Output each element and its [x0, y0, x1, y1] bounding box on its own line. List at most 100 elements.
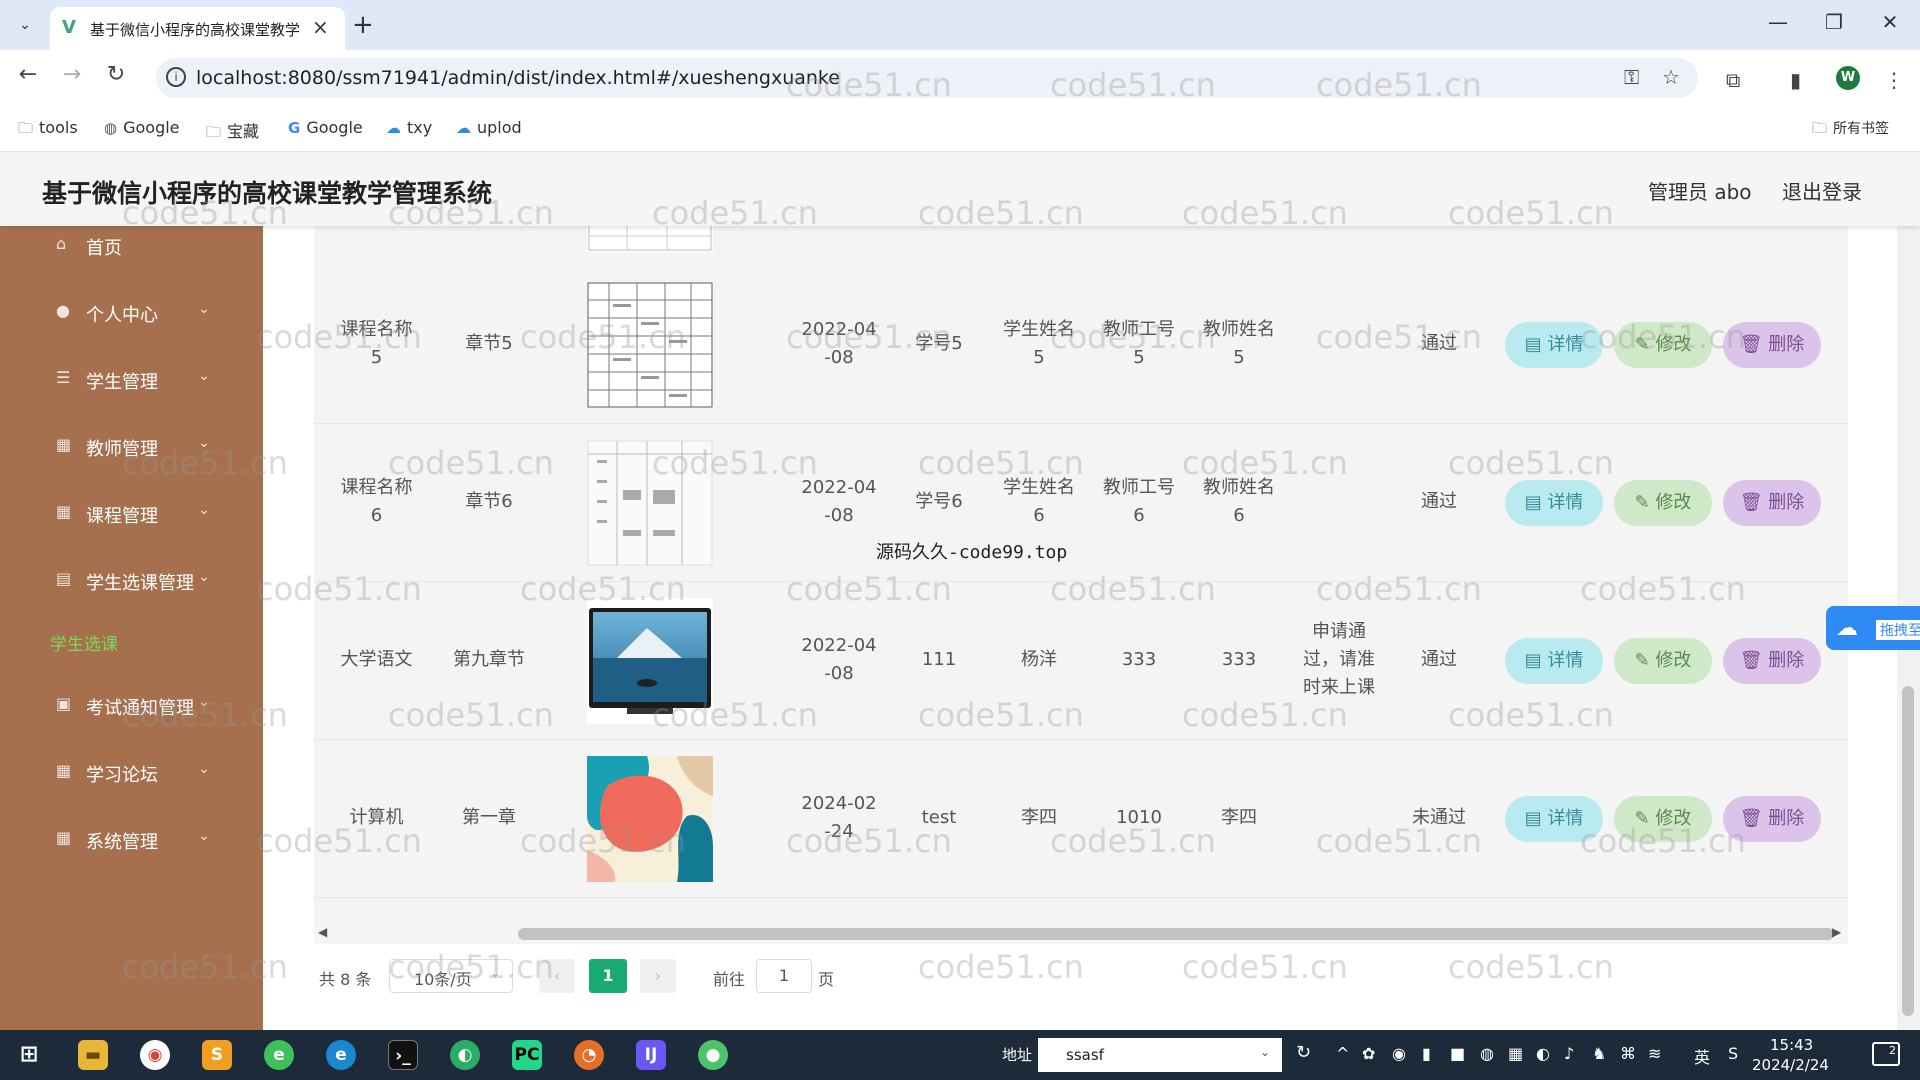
- taskbar-address-input[interactable]: ssasf ⌄: [1038, 1038, 1282, 1072]
- forward-arrow-icon[interactable]: →: [56, 62, 88, 87]
- tray-qq-icon[interactable]: ♞: [1592, 1044, 1606, 1063]
- clock-time[interactable]: 15:43: [1770, 1036, 1813, 1054]
- tab-search-chevron-icon[interactable]: ⌄: [12, 12, 38, 38]
- prev-page-button[interactable]: ‹: [539, 959, 575, 993]
- sidebar-item-courses[interactable]: ▦ 课程管理 ⌄: [0, 494, 263, 534]
- tray-app-icon[interactable]: ✿: [1362, 1044, 1375, 1063]
- chevron-down-icon: ⌄: [198, 301, 210, 317]
- edit-button[interactable]: ✎ 修改: [1614, 480, 1712, 526]
- sidebar-item-exam-notice[interactable]: ▣ 考试通知管理 ⌄: [0, 686, 263, 726]
- notification-center[interactable]: 2: [1872, 1042, 1900, 1066]
- delete-trash-icon: 🗑: [1739, 334, 1769, 355]
- delete-button[interactable]: 🗑 删除: [1723, 796, 1821, 842]
- windows-start-icon[interactable]: ⊞: [14, 1040, 44, 1070]
- back-arrow-icon[interactable]: ←: [12, 62, 44, 87]
- edge-icon[interactable]: e: [326, 1040, 356, 1070]
- url-text[interactable]: localhost:8080/ssm71941/admin/dist/index…: [196, 67, 840, 89]
- sidebar: ⌂ 首页 ● 个人中心 ⌄ ☰ 学生管理 ⌄ ▦ 教师管理 ⌄ ▦ 课程管理 ⌄…: [0, 226, 263, 1030]
- tray-security-icon[interactable]: ◍: [1480, 1044, 1494, 1063]
- more-menu-icon[interactable]: ⋮: [1884, 68, 1904, 92]
- minimize-icon[interactable]: —: [1758, 10, 1798, 34]
- ime-indicator[interactable]: 英: [1694, 1044, 1710, 1068]
- omnibox[interactable]: i localhost:8080/ssm71941/admin/dist/ind…: [156, 58, 1698, 98]
- sidebar-item-forum[interactable]: ▦ 学习论坛 ⌄: [0, 753, 263, 793]
- key-icon[interactable]: ⚿: [1624, 65, 1639, 89]
- edit-button[interactable]: ✎ 修改: [1614, 638, 1712, 684]
- horizontal-scrollbar[interactable]: ◀ ▶: [314, 924, 1848, 944]
- microphone-icon[interactable]: ▮: [1422, 1044, 1431, 1063]
- tray-expand-icon[interactable]: ^: [1336, 1044, 1349, 1063]
- page-title: 基于微信小程序的高校课堂教学管理系统: [42, 179, 493, 208]
- intellij-icon[interactable]: IJ: [636, 1040, 666, 1070]
- delete-button[interactable]: 🗑 删除: [1723, 480, 1821, 526]
- pycharm-icon[interactable]: PC: [512, 1040, 542, 1070]
- tray-sogou-icon[interactable]: S: [1728, 1044, 1738, 1063]
- browser-tab[interactable]: V 基于微信小程序的高校课堂教学 ×: [50, 7, 345, 50]
- restore-icon[interactable]: ❐: [1814, 10, 1854, 34]
- detail-button[interactable]: ▤ 详情: [1505, 322, 1603, 368]
- scroll-left-arrow-icon[interactable]: ◀: [318, 925, 327, 939]
- all-bookmarks[interactable]: 🗀 所有书签: [1812, 118, 1889, 143]
- sublime-icon[interactable]: S: [202, 1040, 232, 1070]
- profile-avatar[interactable]: W: [1836, 66, 1860, 90]
- logout-button[interactable]: 退出登录: [1782, 176, 1862, 205]
- delete-button[interactable]: 🗑 删除: [1723, 638, 1821, 684]
- new-tab-plus-icon[interactable]: +: [352, 10, 374, 40]
- chapter-cell: 第九章节: [453, 649, 525, 670]
- clock-date[interactable]: 2024/2/24: [1752, 1056, 1829, 1074]
- horizontal-scroll-thumb[interactable]: [518, 928, 1834, 940]
- page-size-select[interactable]: 10条/页 ⌄: [389, 959, 513, 993]
- chevron-down-icon[interactable]: ⌄: [1260, 1045, 1270, 1059]
- tray-browser-icon[interactable]: ◉: [1392, 1044, 1406, 1063]
- wifi-icon[interactable]: ≋: [1648, 1044, 1661, 1063]
- bookmark-txy[interactable]: ☁ txy: [386, 118, 432, 137]
- goto-label: 前往: [713, 970, 746, 989]
- grid-icon: ▦: [56, 761, 72, 780]
- scroll-right-arrow-icon[interactable]: ▶: [1832, 925, 1841, 939]
- star-bookmark-icon[interactable]: ☆: [1662, 65, 1680, 89]
- page-number-current[interactable]: 1: [589, 959, 627, 993]
- detail-button[interactable]: ▤ 详情: [1505, 480, 1603, 526]
- sidebar-item-students[interactable]: ☰ 学生管理 ⌄: [0, 360, 263, 400]
- volume-icon[interactable]: ♪: [1564, 1044, 1574, 1063]
- sidebar-item-course-selection[interactable]: ▤ 学生选课管理 ⌄: [0, 561, 263, 601]
- sidebar-item-profile[interactable]: ● 个人中心 ⌄: [0, 293, 263, 333]
- firefox-icon[interactable]: ◔: [574, 1040, 604, 1070]
- terminal-icon[interactable]: ›_: [388, 1040, 418, 1070]
- browser-green-icon[interactable]: e: [264, 1040, 294, 1070]
- reload-icon[interactable]: ↻: [100, 62, 132, 87]
- window-close-icon[interactable]: ✕: [1870, 10, 1910, 34]
- delete-button[interactable]: 🗑 删除: [1723, 322, 1821, 368]
- bookmark-google[interactable]: ◍ Google: [104, 118, 180, 137]
- sidebar-item-system[interactable]: ▦ 系统管理 ⌄: [0, 820, 263, 860]
- wechat-icon[interactable]: ◐: [450, 1040, 480, 1070]
- sidebar-item-home[interactable]: ⌂ 首页: [0, 226, 263, 266]
- sidebar-subitem-student-selection[interactable]: 学生选课: [50, 630, 118, 655]
- sidepanel-icon[interactable]: ▮: [1790, 68, 1801, 92]
- bookmark-tools[interactable]: 🗀 tools: [18, 118, 78, 143]
- file-explorer-icon[interactable]: ▬: [78, 1040, 108, 1070]
- tray-red-icon[interactable]: ■: [1450, 1044, 1465, 1063]
- chat-app-icon[interactable]: ●: [698, 1040, 728, 1070]
- tab-close-icon[interactable]: ×: [312, 15, 329, 39]
- vertical-scroll-thumb[interactable]: [1902, 686, 1914, 1016]
- bookmark-baozang[interactable]: 🗀 宝藏: [206, 118, 259, 147]
- edit-button[interactable]: ✎ 修改: [1614, 796, 1712, 842]
- detail-button[interactable]: ▤ 详情: [1505, 638, 1603, 684]
- tray-colors-icon[interactable]: ▦: [1508, 1044, 1523, 1063]
- detail-button[interactable]: ▤ 详情: [1505, 796, 1603, 842]
- tray-wechat-icon[interactable]: ◐: [1536, 1044, 1550, 1063]
- chrome-icon[interactable]: ◉: [140, 1040, 170, 1070]
- sidebar-item-teachers[interactable]: ▦ 教师管理 ⌄: [0, 427, 263, 467]
- bookmark-uplod[interactable]: ☁ uplod: [456, 118, 522, 137]
- site-info-icon[interactable]: i: [166, 67, 186, 87]
- taskbar-refresh-icon[interactable]: ↻: [1296, 1042, 1311, 1063]
- goto-page-input[interactable]: 1: [756, 959, 812, 993]
- edit-button[interactable]: ✎ 修改: [1614, 322, 1712, 368]
- floating-upload-badge[interactable]: ☁ 拖拽至: [1826, 606, 1920, 650]
- teacher-name-cell: 333: [1221, 649, 1257, 670]
- next-page-button[interactable]: ›: [640, 959, 676, 993]
- network-icon[interactable]: ⌘: [1620, 1044, 1636, 1063]
- bookmark-google-2[interactable]: G Google: [288, 118, 363, 137]
- extensions-puzzle-icon[interactable]: ⧉: [1726, 68, 1740, 92]
